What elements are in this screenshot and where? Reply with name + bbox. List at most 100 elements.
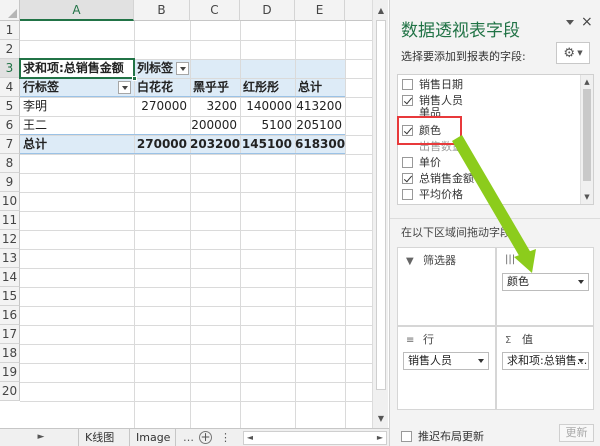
scroll-up-arrow-icon[interactable]: ▲ xyxy=(373,2,389,18)
sheet-horizontal-scrollbar[interactable]: ◄ ► xyxy=(243,431,387,445)
row-header[interactable]: 14 xyxy=(0,268,20,287)
pivot-column-item[interactable]: 白花花 xyxy=(134,78,190,97)
field-item-sales-date[interactable]: 销售日期 xyxy=(402,77,463,93)
field-item-unit-price[interactable]: 单价 xyxy=(402,155,441,171)
columns-area[interactable]: ||| 颜色 xyxy=(496,247,594,326)
row-header[interactable]: 4 xyxy=(0,78,20,97)
column-label-filter-button[interactable] xyxy=(176,62,189,75)
row-header[interactable]: 17 xyxy=(0,325,20,344)
row-header[interactable]: 12 xyxy=(0,230,20,249)
row-header[interactable]: 1 xyxy=(0,21,20,40)
field-label: 总销售金额 xyxy=(419,172,474,185)
row-header[interactable]: 15 xyxy=(0,287,20,306)
dropdown-value: 求和项:总销售... xyxy=(507,354,588,367)
field-item-total-sales[interactable]: 总销售金额 xyxy=(402,171,474,187)
scroll-down-arrow-icon[interactable]: ▼ xyxy=(581,191,593,203)
pivot-row-item[interactable]: 王二 xyxy=(20,116,134,135)
pivot-column-item[interactable]: 总计 xyxy=(295,78,345,97)
values-field-dropdown[interactable]: 求和项:总销售... xyxy=(502,352,589,370)
pane-close-button[interactable]: × xyxy=(581,14,593,30)
row-header[interactable]: 19 xyxy=(0,363,20,382)
row-header[interactable]: 18 xyxy=(0,344,20,363)
columns-area-header: ||| xyxy=(505,252,522,265)
pivot-cell[interactable]: 413200 xyxy=(295,97,345,116)
row-header[interactable]: 10 xyxy=(0,192,20,211)
field-list-scrollbar[interactable]: ▲ ▼ xyxy=(580,75,593,204)
scrollbar-thumb[interactable] xyxy=(376,20,386,390)
row-label-filter-button[interactable] xyxy=(118,81,131,94)
pivot-total-cell[interactable]: 618300 xyxy=(295,135,345,154)
row-header[interactable]: 7 xyxy=(0,135,20,154)
checkbox[interactable] xyxy=(402,79,413,90)
row-header[interactable]: 20 xyxy=(0,382,20,401)
column-header-b[interactable]: B xyxy=(134,0,190,21)
sheet-vertical-scrollbar[interactable]: ▲ ▼ xyxy=(372,0,388,428)
gridline xyxy=(20,249,372,250)
pivot-cell[interactable]: 270000 xyxy=(134,97,190,116)
scroll-right-arrow-icon[interactable]: ► xyxy=(375,432,385,446)
scrollbar-thumb[interactable] xyxy=(583,89,591,181)
row-header[interactable]: 3 xyxy=(0,59,20,78)
select-all-corner[interactable] xyxy=(0,0,20,21)
column-header-e[interactable]: E xyxy=(295,0,345,21)
tab-scroll-next-icon[interactable]: ► xyxy=(36,429,46,446)
checkbox[interactable] xyxy=(402,95,413,106)
rows-field-dropdown[interactable]: 销售人员 xyxy=(403,352,489,370)
row-header[interactable]: 2 xyxy=(0,40,20,59)
column-header-a[interactable]: A xyxy=(20,0,134,21)
checkbox[interactable] xyxy=(402,189,413,200)
dropdown-value: 销售人员 xyxy=(408,354,452,367)
row-header[interactable]: 13 xyxy=(0,249,20,268)
pane-options-chevron-down-icon[interactable] xyxy=(566,20,574,25)
column-header-c[interactable]: C xyxy=(190,0,240,21)
values-area[interactable]: Σ值 求和项:总销售... xyxy=(496,326,594,410)
pivot-total-cell[interactable]: 145100 xyxy=(240,135,295,154)
row-header[interactable]: 9 xyxy=(0,173,20,192)
field-item-average-price[interactable]: 平均价格 xyxy=(402,187,463,203)
checkbox[interactable] xyxy=(402,173,413,184)
pivot-cell[interactable]: 140000 xyxy=(240,97,295,116)
pivot-column-label[interactable]: 列标签 xyxy=(134,59,176,78)
rows-area[interactable]: ≡ 行 销售人员 xyxy=(397,326,496,410)
filters-area[interactable]: ▼ 筛选器 xyxy=(397,247,496,326)
row-header[interactable]: 8 xyxy=(0,154,20,173)
pivot-cell[interactable]: 205100 xyxy=(295,116,345,135)
pivot-column-item[interactable]: 红彤彤 xyxy=(240,78,295,97)
more-sheets-ellipsis-icon[interactable]: … xyxy=(183,429,194,446)
columns-field-dropdown[interactable]: 颜色 xyxy=(502,273,589,291)
chevron-down-icon xyxy=(578,280,584,284)
scroll-down-arrow-icon[interactable]: ▼ xyxy=(373,410,389,426)
pivot-cell[interactable]: 5100 xyxy=(240,116,295,135)
pivot-total-cell[interactable]: 270000 xyxy=(134,135,190,154)
worksheet-grid[interactable]: A B C D E 1 2 3 4 5 6 7 8 9 10 11 12 13 … xyxy=(0,0,372,428)
gear-icon[interactable]: ⚙ ▼ xyxy=(556,42,590,64)
row-header[interactable]: 6 xyxy=(0,116,20,135)
pivot-cell[interactable]: 3200 xyxy=(190,97,240,116)
scroll-left-arrow-icon[interactable]: ◄ xyxy=(245,432,255,446)
fill-handle[interactable] xyxy=(132,76,137,81)
column-header-d[interactable]: D xyxy=(240,0,295,21)
add-sheet-button[interactable]: + xyxy=(199,431,212,444)
column-header-f[interactable] xyxy=(345,0,372,21)
pivot-column-item[interactable]: 黑乎乎 xyxy=(190,78,240,97)
scroll-up-arrow-icon[interactable]: ▲ xyxy=(581,76,593,88)
checkbox[interactable] xyxy=(402,157,413,168)
row-header[interactable]: 11 xyxy=(0,211,20,230)
pivot-grand-total-label[interactable]: 总计 xyxy=(20,135,134,154)
pivot-cell[interactable]: 200000 xyxy=(190,116,240,135)
checkbox[interactable] xyxy=(401,431,412,442)
sheet-tab[interactable]: K线图 xyxy=(78,429,130,446)
update-button[interactable]: 更新 xyxy=(559,424,594,442)
sheet-tab[interactable]: Image xyxy=(130,429,176,446)
pivot-total-cell[interactable]: 203200 xyxy=(190,135,240,154)
pivot-row-label[interactable]: 行标签 xyxy=(20,78,118,97)
gridline xyxy=(20,325,372,326)
row-header[interactable]: 5 xyxy=(0,97,20,116)
pane-title: 数据透视表字段 xyxy=(401,21,520,41)
defer-layout-update[interactable]: 推迟布局更新 xyxy=(401,428,484,444)
gridline xyxy=(20,344,372,345)
row-header[interactable]: 16 xyxy=(0,306,20,325)
pivot-cell[interactable] xyxy=(134,116,190,135)
tab-split-handle-icon[interactable]: ⋮ xyxy=(220,429,231,446)
pivot-row-item[interactable]: 李明 xyxy=(20,97,134,116)
